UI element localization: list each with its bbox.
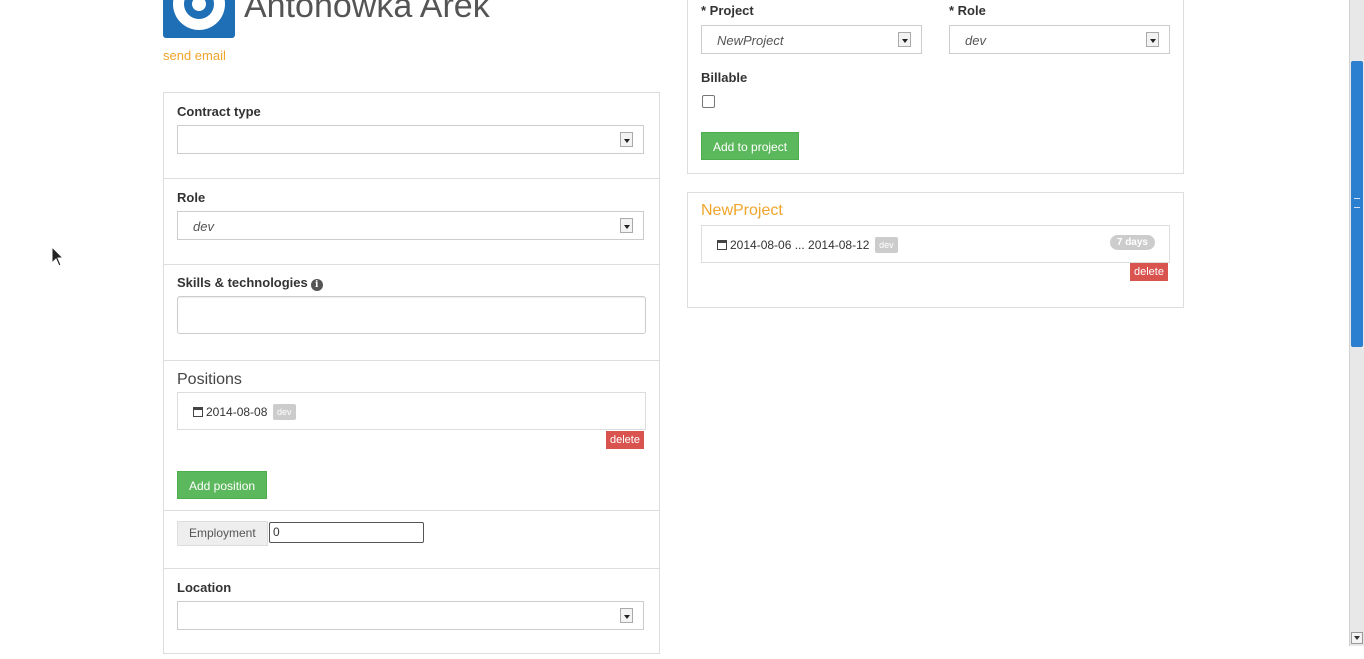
- location-select[interactable]: [177, 601, 644, 630]
- contract-type-select[interactable]: [177, 125, 644, 154]
- project-role-value: dev: [965, 33, 986, 48]
- calendar-icon: [193, 407, 203, 417]
- contract-type-section: Contract type: [164, 93, 659, 179]
- positions-section: Positions 2014-08-08 dev delete Add posi…: [164, 361, 659, 511]
- assignment-item: 2014-08-06 ... 2014-08-12 dev 7 days: [701, 225, 1170, 263]
- person-name: Antonowka Arek: [244, 0, 490, 25]
- position-dates: 2014-08-08 dev: [193, 404, 296, 420]
- project-value: NewProject: [717, 33, 784, 48]
- role-label: Role: [177, 190, 206, 205]
- chevron-down-icon[interactable]: [620, 132, 633, 147]
- project-select[interactable]: NewProject: [701, 25, 922, 54]
- project-title[interactable]: NewProject: [701, 202, 783, 220]
- scrollbar-grip: [1354, 198, 1360, 208]
- chevron-down-icon[interactable]: [620, 608, 633, 623]
- role-value: dev: [193, 219, 214, 234]
- project-role-select[interactable]: dev: [949, 25, 1170, 54]
- send-email-link[interactable]: send email: [163, 48, 226, 63]
- duration-badge: 7 days: [1109, 235, 1155, 250]
- delete-assignment-button[interactable]: delete: [1130, 263, 1168, 281]
- chevron-down-icon[interactable]: [620, 218, 633, 233]
- skills-input[interactable]: [177, 296, 646, 334]
- assignment-role-badge: dev: [875, 237, 898, 253]
- employment-input[interactable]: 0: [269, 522, 424, 543]
- info-icon[interactable]: i: [310, 279, 323, 291]
- vertical-scrollbar[interactable]: [1349, 0, 1364, 646]
- role-select[interactable]: dev: [177, 211, 644, 240]
- skills-label-text: Skills & technologies: [177, 275, 308, 290]
- position-role-badge: dev: [273, 404, 296, 420]
- employment-addon: Employment: [177, 521, 268, 546]
- contract-type-label: Contract type: [177, 104, 261, 119]
- project-role-label: * Role: [949, 3, 986, 18]
- calendar-icon: [717, 240, 727, 250]
- position-date: 2014-08-08: [206, 405, 268, 419]
- add-to-project-button[interactable]: Add to project: [701, 132, 800, 160]
- skills-section: Skills & technologies i: [164, 265, 659, 361]
- add-position-button[interactable]: Add position: [177, 471, 268, 499]
- project-assignments-panel: NewProject 2014-08-06 ... 2014-08-12 dev…: [687, 192, 1184, 308]
- avatar: [163, 0, 235, 38]
- project-label: * Project: [701, 3, 754, 18]
- chevron-down-icon[interactable]: [1146, 32, 1159, 47]
- chevron-down-icon[interactable]: [898, 32, 911, 47]
- skills-label: Skills & technologies i: [177, 275, 323, 291]
- assignment-dates: 2014-08-06 ... 2014-08-12 dev: [717, 237, 898, 253]
- assignment-date-range: 2014-08-06 ... 2014-08-12: [730, 238, 870, 252]
- employment-section: Employment 0: [164, 511, 659, 569]
- positions-title: Positions: [177, 371, 242, 388]
- billable-label: Billable: [701, 70, 748, 85]
- add-to-project-panel: * Project NewProject * Role dev Billable…: [687, 0, 1184, 174]
- location-label: Location: [177, 580, 232, 595]
- role-section: Role dev: [164, 179, 659, 265]
- delete-position-button[interactable]: delete: [606, 431, 644, 449]
- scroll-down-arrow-icon[interactable]: [1351, 632, 1363, 644]
- employee-form-panel: Contract type Role dev Skills & technolo…: [163, 92, 660, 654]
- billable-checkbox[interactable]: [702, 95, 715, 108]
- mouse-pointer-icon: [51, 246, 65, 267]
- position-item: 2014-08-08 dev: [177, 392, 646, 430]
- scrollbar-thumb[interactable]: [1351, 61, 1363, 347]
